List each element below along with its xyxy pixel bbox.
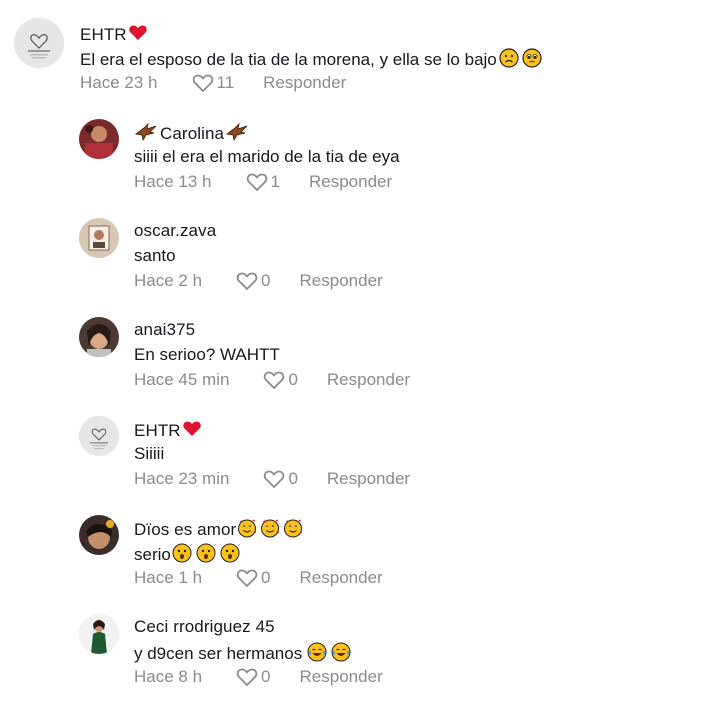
smiling-hearts-face-icon (237, 518, 257, 538)
reply-button[interactable]: Responder (327, 469, 410, 489)
heart-outline-icon (236, 569, 258, 587)
eagle-icon (134, 122, 158, 142)
like-button[interactable]: 0 (236, 568, 271, 588)
like-count: 11 (216, 73, 235, 92)
reply-button[interactable]: Responder (263, 73, 346, 93)
username[interactable]: Dïos es amor (134, 518, 303, 540)
comment-reply: Ceci rrodriguez 45 y d9cen ser hermanos … (0, 605, 720, 705)
comment-reply: EHTR Siiiii Hace 23 min 0 Responder (0, 407, 720, 502)
timestamp: Hace 2 h (134, 271, 203, 290)
comment-text: siiii el era el marido de la tia de eya (134, 147, 400, 166)
tears-of-joy-icon (331, 642, 351, 662)
username-text: Ceci rrodriguez 45 (134, 617, 275, 636)
comment-meta: Hace 13 h 1 Responder (134, 172, 392, 192)
heart-outline-icon (264, 371, 285, 389)
frowning-face-icon (499, 48, 519, 68)
username[interactable]: Carolina (134, 122, 249, 144)
comment-text: Siiiii (134, 444, 165, 463)
username[interactable]: EHTR (80, 23, 148, 45)
heart-outline-icon (236, 272, 258, 290)
heart-outline-icon (264, 470, 285, 488)
reply-button[interactable]: Responder (300, 667, 383, 687)
heart-outline-icon (246, 173, 267, 191)
red-heart-icon (128, 23, 148, 43)
comment-reply: Carolina siiii el era el marido de la ti… (0, 110, 720, 205)
comment-meta: Hace 8 h 0 Responder (134, 667, 383, 687)
heart-outline-icon (192, 74, 213, 92)
timestamp: Hace 23 min (134, 469, 230, 488)
like-button[interactable]: 0 (263, 370, 298, 390)
reply-button[interactable]: Responder (309, 172, 392, 192)
comment-reply: anai375 En serioo? WAHTT Hace 45 min 0 R… (0, 308, 720, 403)
comment-meta: Hace 23 h 11 Responder (80, 73, 346, 93)
eagle-icon (225, 122, 249, 142)
like-button[interactable]: 0 (236, 667, 271, 687)
smiling-hearts-face-icon (283, 518, 303, 538)
avatar[interactable] (14, 18, 64, 68)
timestamp: Hace 13 h (134, 172, 212, 191)
like-count: 0 (261, 568, 271, 587)
avatar[interactable] (79, 119, 119, 159)
timestamp: Hace 45 min (134, 370, 230, 389)
heart-outline-icon (236, 668, 258, 686)
timestamp: Hace 23 h (80, 73, 158, 92)
comment-meta: Hace 2 h 0 Responder (134, 271, 383, 291)
username-text: Dïos es amor (134, 520, 237, 539)
username[interactable]: Ceci rrodriguez 45 (134, 617, 275, 637)
avatar[interactable] (79, 317, 119, 357)
username[interactable]: EHTR (134, 419, 202, 441)
like-count: 0 (261, 271, 271, 290)
username-text: anai375 (134, 320, 196, 339)
avatar[interactable] (79, 218, 119, 258)
comment-text: El era el esposo de la tia de la morena,… (80, 48, 542, 70)
astonished-face-icon (220, 543, 240, 563)
reply-button[interactable]: Responder (300, 271, 383, 291)
like-count: 1 (270, 172, 280, 191)
comment-reply: oscar.zava santo Hace 2 h 0 Responder (0, 209, 720, 304)
comment-top-level: EHTR El era el esposo de la tia de la mo… (0, 0, 720, 100)
timestamp: Hace 8 h (134, 667, 203, 686)
comment-text: serio (134, 543, 240, 565)
reply-button[interactable]: Responder (300, 568, 383, 588)
like-count: 0 (261, 667, 271, 686)
username[interactable]: anai375 (134, 320, 195, 340)
username-text: EHTR (134, 421, 181, 440)
pleading-face-icon (522, 48, 542, 68)
username[interactable]: oscar.zava (134, 221, 216, 241)
comment-reply: Dïos es amor serio Hace 1 h 0 Responder (0, 506, 720, 601)
like-count: 0 (288, 469, 298, 488)
comment-text: santo (134, 246, 176, 265)
smiling-hearts-face-icon (260, 518, 280, 538)
username-text: oscar.zava (134, 221, 217, 240)
like-button[interactable]: 11 (192, 73, 235, 93)
comment-meta: Hace 1 h 0 Responder (134, 568, 383, 588)
like-count: 0 (288, 370, 298, 389)
comment-meta: Hace 45 min 0 Responder (134, 370, 410, 390)
comment-meta: Hace 23 min 0 Responder (134, 469, 410, 489)
comment-text: En serioo? WAHTT (134, 345, 280, 364)
astonished-face-icon (196, 543, 216, 563)
like-button[interactable]: 1 (246, 172, 280, 192)
avatar[interactable] (79, 416, 119, 456)
red-heart-icon (182, 419, 202, 439)
username-text: Carolina (160, 124, 225, 143)
like-button[interactable]: 0 (263, 469, 298, 489)
tears-of-joy-icon (307, 642, 327, 662)
comment-text: y d9cen ser hermanos (134, 642, 351, 664)
astonished-face-icon (172, 543, 192, 563)
timestamp: Hace 1 h (134, 568, 203, 587)
username-text: EHTR (80, 25, 127, 44)
avatar[interactable] (79, 515, 119, 555)
avatar[interactable] (79, 614, 119, 654)
like-button[interactable]: 0 (236, 271, 271, 291)
reply-button[interactable]: Responder (327, 370, 410, 390)
